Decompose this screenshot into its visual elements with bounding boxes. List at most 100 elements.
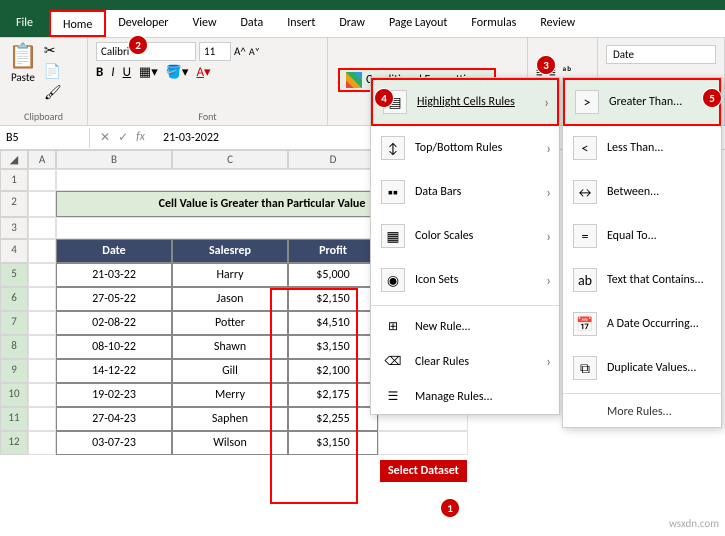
cell[interactable] [28,239,56,263]
menu-greater-than[interactable]: > Greater Than... [563,78,721,126]
tab-formulas[interactable]: Formulas [459,10,528,37]
row-3[interactable]: 3 [0,217,28,239]
menu-less-than[interactable]: < Less Than... [563,126,721,170]
watermark: wsxdn.com [669,517,719,530]
header-date[interactable]: Date [56,239,172,263]
paste-button[interactable]: 📋 Paste [8,42,38,101]
menu-label: Icon Sets [415,273,458,287]
menu-color-scales[interactable]: ▦ Color Scales [371,214,559,258]
fill-color-icon[interactable]: 🪣▾ [166,65,189,80]
title-bar [0,0,725,10]
bold-button[interactable]: B [96,65,103,80]
tab-data[interactable]: Data [229,10,276,37]
cell[interactable] [28,217,56,239]
cell[interactable] [28,383,56,407]
menu-data-bars[interactable]: ▪▪ Data Bars [371,170,559,214]
menu-clear-rules[interactable]: ⌫ Clear Rules [371,344,559,379]
menu-label: Duplicate Values... [607,361,696,375]
header-salesrep[interactable]: Salesrep [172,239,288,263]
cell-date[interactable]: 14-12-22 [56,359,172,383]
cell-date[interactable]: 03-07-23 [56,431,172,455]
decrease-font-icon[interactable]: A˅ [249,45,260,58]
menu-equal-to[interactable]: = Equal To... [563,214,721,258]
cell-date[interactable]: 27-05-22 [56,287,172,311]
menu-label: A Date Occurring... [607,317,699,331]
paste-icon: 📋 [8,42,38,71]
menu-text-contains[interactable]: ab Text that Contains... [563,258,721,302]
formula-value[interactable]: 21-03-2022 [155,128,227,148]
cut-icon[interactable]: ✂ [44,42,62,59]
row-1[interactable]: 1 [0,169,28,191]
cell[interactable] [28,311,56,335]
enter-icon[interactable]: ✓ [118,130,128,145]
underline-button[interactable]: U [123,65,131,80]
menu-new-rule[interactable]: ⊞ New Rule... [371,309,559,344]
name-box[interactable]: B5 [0,128,90,148]
italic-button[interactable]: I [111,65,114,80]
cell[interactable] [28,169,56,191]
border-icon[interactable]: ▦▾ [139,65,158,80]
cell-date[interactable]: 08-10-22 [56,335,172,359]
callout-1: 1 [440,498,460,518]
menu-top-bottom-rules[interactable]: ↕ Top/Bottom Rules [371,126,559,170]
row-12[interactable]: 12 [0,431,28,455]
row-6[interactable]: 6 [0,287,28,311]
cell[interactable] [28,191,56,217]
cell-date[interactable]: 21-03-22 [56,263,172,287]
row-7[interactable]: 7 [0,311,28,335]
row-2[interactable]: 2 [0,191,28,217]
tab-developer[interactable]: Developer [106,10,180,37]
cell[interactable] [28,359,56,383]
row-10[interactable]: 10 [0,383,28,407]
cell[interactable] [28,287,56,311]
cell[interactable] [28,431,56,455]
between-icon: ↔ [573,180,597,204]
menu-label: Less Than... [607,141,663,155]
row-11[interactable]: 11 [0,407,28,431]
tab-review[interactable]: Review [528,10,587,37]
menu-label: Color Scales [415,229,473,243]
col-B[interactable]: B [56,150,172,169]
menu-more-rules[interactable]: More Rules... [563,397,721,427]
col-C[interactable]: C [172,150,288,169]
cell-date[interactable]: 27-04-23 [56,407,172,431]
cell-profit[interactable]: $5,000 [288,263,378,287]
header-profit[interactable]: Profit [288,239,378,263]
menu-highlight-cells-rules[interactable]: ▤ Highlight Cells Rules [371,78,559,126]
tab-file[interactable]: File [0,10,49,37]
number-format-select[interactable]: Date [606,45,716,64]
col-A[interactable]: A [28,150,56,169]
copy-icon[interactable]: 📄 [44,63,62,80]
menu-icon-sets[interactable]: ◉ Icon Sets [371,258,559,302]
conditional-formatting-icon [346,72,362,88]
cancel-icon[interactable]: ✕ [100,130,110,145]
cell[interactable] [28,335,56,359]
cell-date[interactable]: 02-08-22 [56,311,172,335]
row-8[interactable]: 8 [0,335,28,359]
tab-view[interactable]: View [180,10,228,37]
tab-insert[interactable]: Insert [275,10,327,37]
cell-date[interactable]: 19-02-23 [56,383,172,407]
cell[interactable] [378,431,468,455]
cell[interactable] [28,407,56,431]
cell[interactable] [28,263,56,287]
font-size-select[interactable] [199,42,231,61]
increase-font-icon[interactable]: A^ [234,45,246,58]
font-color-icon[interactable]: A▾ [196,65,210,80]
cell-rep[interactable]: Harry [172,263,288,287]
tab-draw[interactable]: Draw [327,10,377,37]
menu-between[interactable]: ↔ Between... [563,170,721,214]
select-all[interactable]: ◢ [0,150,28,169]
fx-icon[interactable]: fx [136,130,145,145]
format-painter-icon[interactable]: 🖌 [44,84,62,101]
menu-duplicate-values[interactable]: ⧉ Duplicate Values... [563,346,721,390]
tab-pagelayout[interactable]: Page Layout [377,10,459,37]
row-5[interactable]: 5 [0,263,28,287]
col-D[interactable]: D [288,150,378,169]
menu-date-occurring[interactable]: 📅 A Date Occurring... [563,302,721,346]
date-icon: 📅 [573,312,597,336]
menu-manage-rules[interactable]: ☰ Manage Rules... [371,379,559,414]
row-9[interactable]: 9 [0,359,28,383]
tab-home[interactable]: Home [49,10,106,37]
row-4[interactable]: 4 [0,239,28,263]
